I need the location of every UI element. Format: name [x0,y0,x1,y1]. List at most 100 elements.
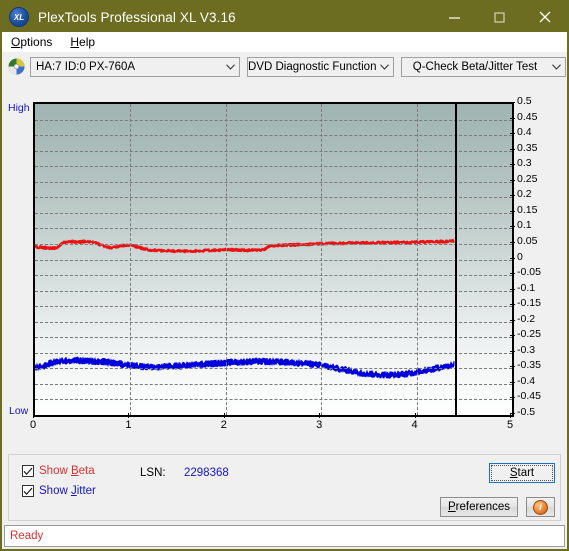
y-axis-tick [510,164,515,166]
function-select[interactable]: DVD Diagnostic Functions [247,56,394,77]
y-axis-label: 0.45 [517,110,538,123]
chevron-down-icon[interactable] [376,58,393,76]
gridline-horizontal [35,383,512,385]
gridline-horizontal [35,399,512,401]
y-axis-label: 0.4 [517,126,532,139]
gridline-horizontal [35,243,512,245]
function-select-value: DVD Diagnostic Functions [248,60,376,73]
x-axis-label: 1 [125,419,132,431]
y-axis-tick [510,350,515,352]
gridline-vertical [321,104,323,415]
maximize-button[interactable] [477,2,522,32]
y-axis-tick [510,226,515,228]
y-axis-label: 0 [517,250,523,263]
y-axis-tick [510,195,515,197]
show-beta-label-post: eta [78,465,95,477]
gridline-horizontal [35,181,512,183]
start-button-inner: Start [491,465,553,481]
show-jitter-label: Show Jitter [39,485,96,497]
axis-label-low: Low [9,405,29,417]
start-button[interactable]: Start [489,463,555,483]
data-end-marker [454,104,457,415]
checkbox-box[interactable] [22,485,34,497]
pref-label-accel: P [447,501,456,513]
chevron-down-icon[interactable] [222,58,239,76]
y-axis-label: -0.35 [517,359,541,372]
toolbar: HA:7 ID:0 PX-760A DVD Diagnostic Functio… [2,52,567,81]
y-axis-label: 0.25 [517,172,538,185]
close-icon [539,11,550,23]
y-axis-label: 0.2 [517,188,532,201]
menu-help-accel: H [70,35,80,49]
x-axis-label: 3 [316,419,323,431]
show-beta-checkbox[interactable]: Show Beta [22,465,95,477]
x-axis-tick [510,413,511,418]
menu-bar: Options Help [2,32,567,52]
y-axis-label: 0.15 [517,203,538,216]
x-axis-label: 0 [29,419,37,431]
y-axis-tick [510,241,515,243]
y-axis-tick [510,133,515,135]
y-axis-tick [510,288,515,290]
x-axis-label: 4 [411,419,418,431]
checkbox-box[interactable] [22,465,34,477]
start-label-post: tart [517,467,535,479]
show-beta-label-pre: Show [39,465,71,477]
status-text: Ready [10,530,44,542]
control-panel: Show Beta Show Jitter LSN: 2298368 Start… [8,454,561,521]
show-jitter-label-post: itter [76,485,96,497]
menu-item-options[interactable]: Options [2,32,61,52]
y-axis-tick [510,366,515,368]
close-button[interactable] [522,2,567,32]
y-axis-tick [510,319,515,321]
y-axis-tick [510,335,515,337]
y-axis-tick [510,304,515,306]
x-axis-label: 5 [506,419,514,431]
show-jitter-checkbox[interactable]: Show Jitter [22,485,96,497]
y-axis-label: -0.25 [517,328,541,341]
gridline-horizontal [35,337,512,339]
drive-select[interactable]: HA:7 ID:0 PX-760A [30,56,240,77]
x-axis-tick [414,413,416,418]
y-axis-label: -0.15 [517,297,541,310]
gridline-horizontal [35,212,512,214]
test-select[interactable]: Q-Check Beta/Jitter Test [401,56,566,77]
gridline-horizontal [35,197,512,199]
y-axis-tick [510,102,515,103]
y-axis-label: -0.45 [517,390,541,403]
pref-label-post: references [455,501,510,513]
x-axis-tick [223,413,225,418]
gridline-horizontal [35,321,512,323]
info-icon: i [533,499,548,515]
gridline-horizontal [35,306,512,308]
info-button[interactable]: i [526,497,555,517]
chevron-down-icon[interactable] [548,58,565,76]
gridline-horizontal [35,352,512,354]
menu-item-help[interactable]: Help [61,32,104,52]
gridline-vertical [225,104,227,415]
check-icon [23,467,33,475]
preferences-label: Preferences [448,501,510,513]
gridline-horizontal [35,119,512,121]
y-axis-label: 0.3 [517,157,532,170]
gridline-horizontal [35,228,512,230]
test-select-value: Q-Check Beta/Jitter Test [412,60,538,73]
gridline-horizontal [35,368,512,370]
menu-options-accel: O [11,35,21,49]
axis-label-high: High [8,102,30,114]
gridline-vertical [130,104,132,415]
series-beta [35,238,455,254]
gridline-vertical [416,104,418,415]
gridline-horizontal [35,135,512,137]
show-beta-label-accel: B [70,465,79,477]
minimize-button[interactable] [432,2,477,32]
window-title: PlexTools Professional XL V3.16 [38,9,236,25]
application-window: XL PlexTools Professional XL V3.16 Optio… [0,0,569,551]
x-axis-label: 2 [220,419,227,431]
menu-help-rest: elp [79,35,96,49]
y-axis-tick [510,148,515,150]
chart-area: High Low 0.5 0.45 0.4 0.35 0.3 0.25 0.2 0.15 0.1… [2,82,567,450]
preferences-button[interactable]: Preferences [440,497,518,517]
menu-options-rest: ptions [20,35,53,49]
show-beta-label: Show Beta [39,465,95,477]
